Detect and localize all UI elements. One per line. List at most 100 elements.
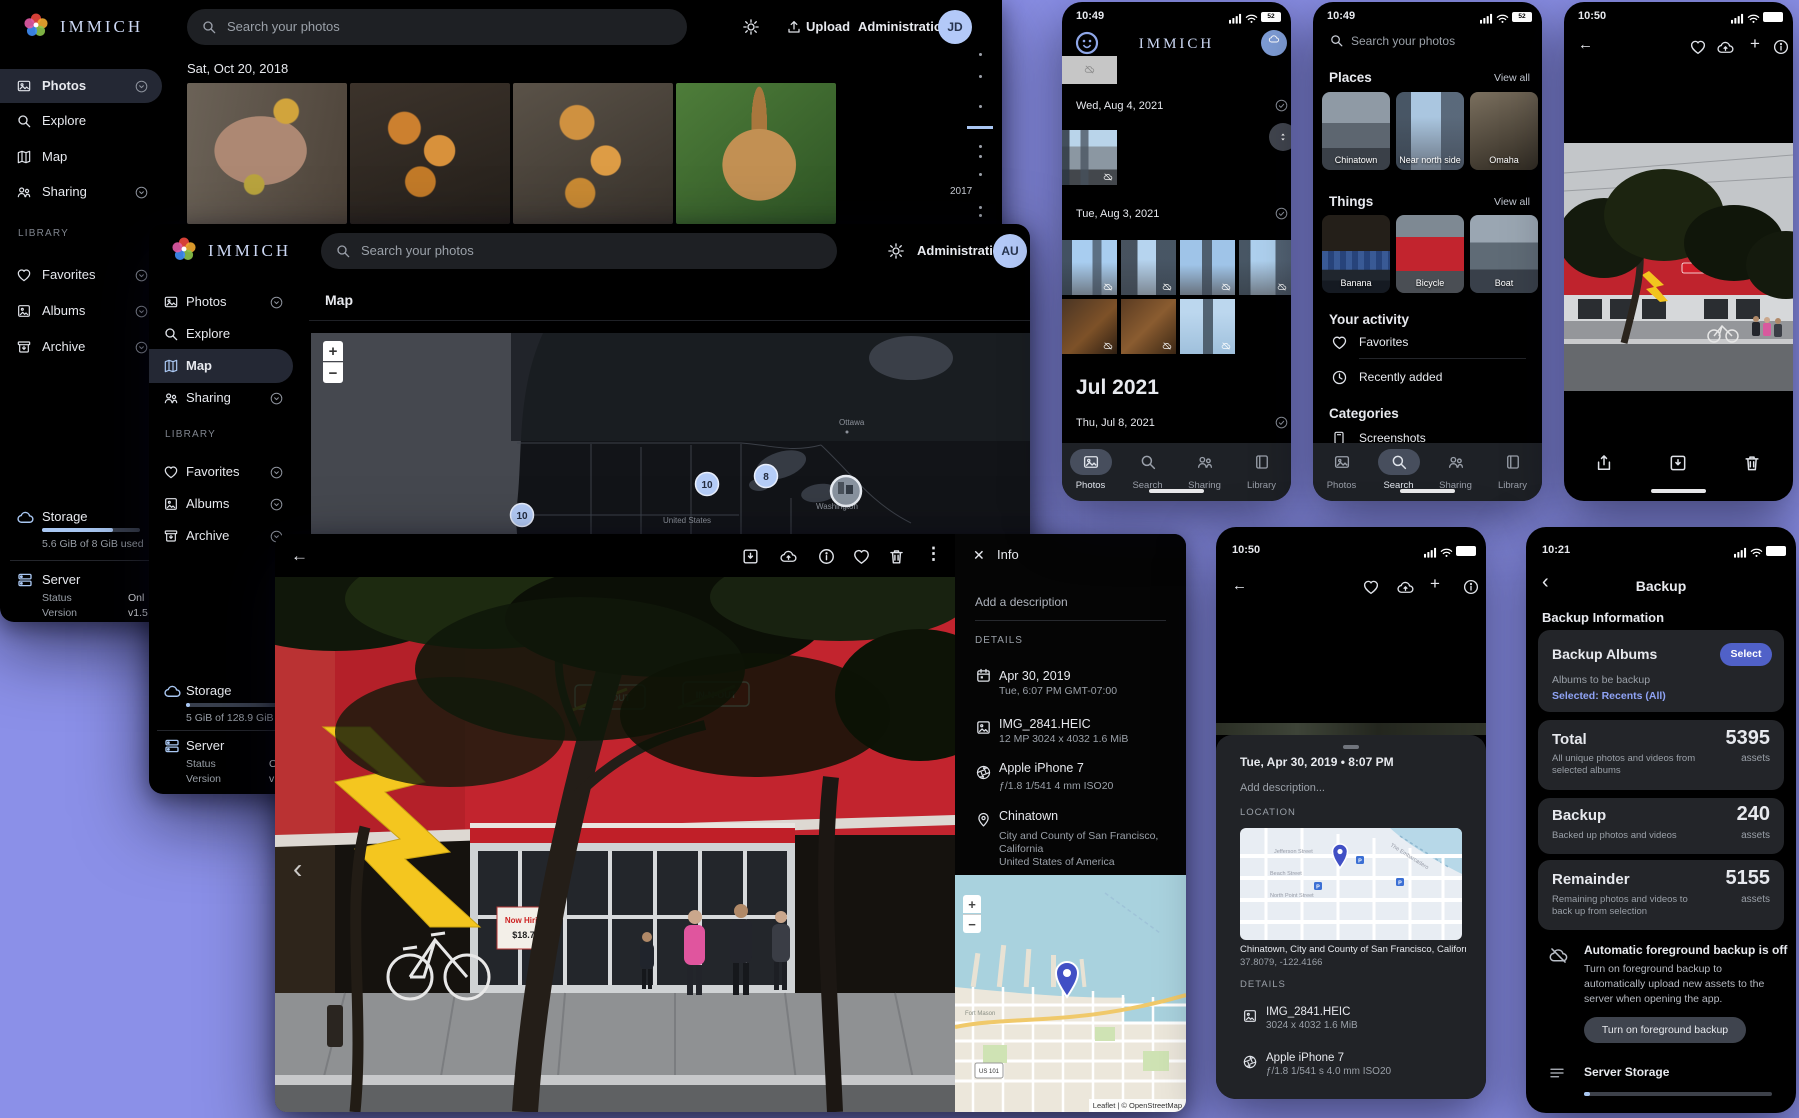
minimap-zoom-in-button[interactable]: + <box>963 895 981 913</box>
download-icon[interactable] <box>741 547 760 566</box>
photo-viewer[interactable] <box>1564 143 1793 391</box>
cloud-backup-icon[interactable] <box>779 547 798 566</box>
back-arrow-icon[interactable]: ← <box>1578 36 1593 53</box>
nav-tab-library[interactable]: Library <box>1484 480 1541 491</box>
chevron-down-icon[interactable] <box>269 391 284 406</box>
location-minimap[interactable]: US 101 Fort Mason + − Leaflet | © OpenSt… <box>955 875 1186 1112</box>
user-avatar[interactable]: AU <box>993 234 1027 268</box>
activity-recently-added[interactable]: Recently added <box>1359 371 1442 385</box>
photo-thumbnail[interactable] <box>1062 56 1117 84</box>
back-arrow-icon[interactable]: ← <box>291 546 308 566</box>
timeline-scrubber[interactable]: 2017 <box>945 48 995 228</box>
search-icon[interactable] <box>1390 453 1408 471</box>
sidebar-item-photos[interactable]: Photos <box>186 295 226 310</box>
photo-viewer[interactable]: IN-N-OUT IN-N-OUT Now Hiring $18.75 <box>275 577 955 1112</box>
chevron-down-icon[interactable] <box>134 304 149 319</box>
theme-toggle-icon[interactable] <box>887 242 905 260</box>
nav-tab-photos[interactable]: Photos <box>1313 480 1370 491</box>
chevron-down-icon[interactable] <box>269 295 284 310</box>
photo-thumbnail[interactable] <box>350 83 510 224</box>
chevron-down-icon[interactable] <box>134 79 149 94</box>
place-thumbnail[interactable]: Chinatown <box>1322 92 1390 170</box>
sidebar-item-favorites[interactable]: Favorites <box>42 268 95 283</box>
favorite-icon[interactable] <box>1689 38 1707 56</box>
select-albums-button[interactable]: Select <box>1720 643 1772 666</box>
trash-icon[interactable] <box>887 547 906 566</box>
search-input[interactable]: Search your photos <box>1351 35 1455 49</box>
search-icon[interactable] <box>1139 453 1157 471</box>
library-icon[interactable] <box>1253 453 1271 471</box>
upload-button[interactable]: Upload <box>806 20 850 35</box>
previous-photo-chevron[interactable]: ‹ <box>293 853 302 885</box>
photos-icon[interactable] <box>1082 453 1100 471</box>
thing-thumbnail[interactable]: Boat <box>1470 215 1538 293</box>
map-zoom-out-button[interactable]: − <box>323 362 343 383</box>
chevron-down-icon[interactable] <box>269 497 284 512</box>
add-icon[interactable]: + <box>1430 574 1440 594</box>
sheet-drag-handle[interactable] <box>1343 745 1359 749</box>
search-input[interactable]: Search your photos <box>187 9 687 45</box>
photo-thumbnail[interactable] <box>1062 130 1117 185</box>
photo-thumbnail[interactable] <box>187 83 347 224</box>
places-view-all-link[interactable]: View all <box>1494 72 1530 84</box>
cloud-upload-icon[interactable] <box>1396 578 1415 597</box>
info-icon[interactable] <box>1772 38 1790 56</box>
select-all-check-icon[interactable] <box>1274 415 1289 430</box>
photo-thumbnail[interactable] <box>1062 240 1117 295</box>
photo-sliver[interactable] <box>1216 723 1486 735</box>
sidebar-item-sharing[interactable]: Sharing <box>42 185 87 200</box>
sidebar-item-archive[interactable]: Archive <box>42 340 85 355</box>
sidebar-item-explore[interactable]: Explore <box>42 114 86 129</box>
more-options-icon[interactable]: ⋮ <box>925 544 942 564</box>
back-arrow-icon[interactable]: ← <box>1232 577 1247 594</box>
sidebar-item-map[interactable]: Map <box>42 150 67 165</box>
favorite-icon[interactable] <box>852 547 871 566</box>
timeline-scrubber-handle[interactable] <box>1269 123 1291 151</box>
photo-thumbnail[interactable] <box>1121 299 1176 354</box>
map-zoom-in-button[interactable]: + <box>323 341 343 361</box>
chevron-down-icon[interactable] <box>134 268 149 283</box>
cloud-upload-icon[interactable] <box>1716 38 1735 57</box>
search-input[interactable]: Search your photos <box>321 233 837 269</box>
upload-icon[interactable] <box>786 19 802 35</box>
select-all-check-icon[interactable] <box>1274 206 1289 221</box>
sidebar-item-explore[interactable]: Explore <box>186 327 230 342</box>
turn-on-backup-button[interactable]: Turn on foreground backup <box>1584 1017 1746 1043</box>
sharing-icon[interactable] <box>1447 453 1465 471</box>
nav-tab-photos[interactable]: Photos <box>1062 480 1119 491</box>
info-icon[interactable] <box>1462 578 1480 596</box>
description-input[interactable]: Add description... <box>1240 782 1325 795</box>
user-avatar[interactable]: JD <box>938 10 972 44</box>
sidebar-item-archive[interactable]: Archive <box>186 529 229 544</box>
favorite-icon[interactable] <box>1362 578 1380 596</box>
info-icon[interactable] <box>817 547 836 566</box>
sharing-icon[interactable] <box>1196 453 1214 471</box>
photo-thumbnail[interactable] <box>1239 240 1291 295</box>
thing-thumbnail[interactable]: Bicycle <box>1396 215 1464 293</box>
place-thumbnail[interactable]: Omaha <box>1470 92 1538 170</box>
share-icon[interactable] <box>1594 453 1614 473</box>
close-icon[interactable]: ✕ <box>973 547 985 563</box>
photo-thumbnail[interactable] <box>1062 299 1117 354</box>
photos-icon[interactable] <box>1333 453 1351 471</box>
chevron-down-icon[interactable] <box>134 340 149 355</box>
sidebar-item-map[interactable]: Map <box>186 359 212 374</box>
chevron-down-icon[interactable] <box>134 185 149 200</box>
library-icon[interactable] <box>1504 453 1522 471</box>
activity-favorites[interactable]: Favorites <box>1359 336 1408 350</box>
nav-tab-library[interactable]: Library <box>1233 480 1290 491</box>
sidebar-item-albums[interactable]: Albums <box>42 304 85 319</box>
thing-thumbnail[interactable]: Banana <box>1322 215 1390 293</box>
sidebar-item-favorites[interactable]: Favorites <box>186 465 239 480</box>
photo-thumbnail[interactable] <box>513 83 673 224</box>
photo-thumbnail[interactable] <box>1180 240 1235 295</box>
location-text[interactable]: Chinatown, City and County of San Franci… <box>1240 945 1466 956</box>
administration-link[interactable]: Administration <box>858 20 950 35</box>
description-input[interactable]: Add a description <box>975 596 1068 610</box>
sidebar-item-sharing[interactable]: Sharing <box>186 391 231 406</box>
place-thumbnail[interactable]: Near north side <box>1396 92 1464 170</box>
select-all-check-icon[interactable] <box>1274 98 1289 113</box>
detail-location-title[interactable]: Chinatown <box>999 809 1058 823</box>
chevron-down-icon[interactable] <box>269 465 284 480</box>
photo-thumbnail[interactable] <box>1121 240 1176 295</box>
